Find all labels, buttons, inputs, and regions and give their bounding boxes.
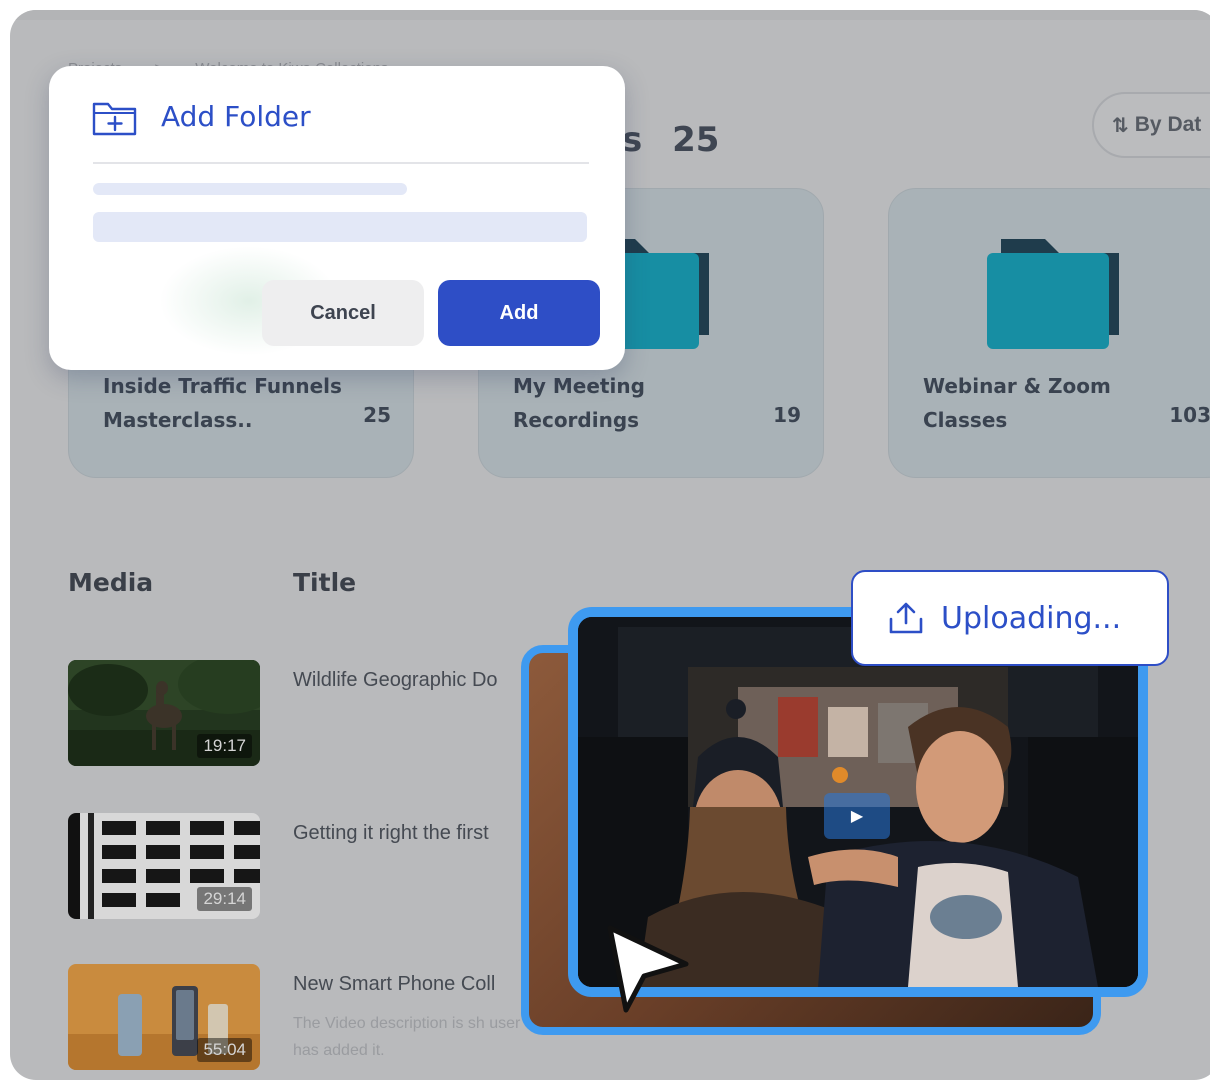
folder-plus-icon [92, 102, 137, 136]
column-header-media: Media [68, 568, 154, 597]
add-folder-dialog: Add Folder Cancel Add [49, 66, 625, 370]
folders-count: 25 [672, 120, 720, 160]
add-button[interactable]: Add [438, 280, 600, 346]
sort-label: By Dat [1134, 113, 1202, 136]
video-thumbnail[interactable]: 29:14 [68, 813, 260, 919]
folder-name: Webinar & Zoom Classes [923, 374, 1111, 432]
column-header-title: Title [293, 568, 357, 597]
video-title[interactable]: New Smart Phone Coll [293, 973, 528, 996]
uploading-status: Uploading... [851, 570, 1169, 666]
video-description: The Video description is sh user has add… [293, 1015, 521, 1059]
folder-count: 19 [773, 403, 801, 427]
folder-name: My Meeting Recordings [513, 374, 645, 432]
video-duration: 29:14 [197, 887, 252, 911]
video-duration: 55:04 [197, 1038, 252, 1062]
folder-count: 103 [1169, 403, 1210, 427]
video-title[interactable]: Getting it right the first [293, 822, 528, 845]
folder-name: Inside Traffic Funnels Masterclass.. [103, 374, 342, 432]
video-title[interactable]: Wildlife Geographic Do [293, 669, 528, 692]
folder-card[interactable]: Webinar & Zoom Classes 103 [888, 188, 1210, 478]
mouse-cursor-icon [607, 925, 689, 1013]
folder-name-label-placeholder [93, 183, 407, 195]
video-duration: 19:17 [197, 734, 252, 758]
play-icon[interactable]: ▶ [824, 793, 890, 839]
folders-heading-tail: s [622, 120, 643, 160]
video-thumbnail[interactable]: 19:17 [68, 660, 260, 766]
folder-name-input[interactable] [93, 212, 587, 242]
video-thumbnail[interactable]: 55:04 [68, 964, 260, 1070]
upload-tray-icon [889, 602, 923, 634]
folder-icon [987, 239, 1119, 349]
folder-count: 25 [363, 403, 391, 427]
cancel-button[interactable]: Cancel [262, 280, 424, 346]
folders-count-heading: s 25 [622, 120, 719, 160]
sort-arrows-icon: ⇅ [1112, 114, 1129, 137]
dialog-divider [93, 162, 589, 164]
uploading-label: Uploading... [941, 600, 1122, 636]
dialog-title: Add Folder [161, 100, 311, 133]
sort-button[interactable]: ⇅ By Dat [1092, 92, 1210, 158]
